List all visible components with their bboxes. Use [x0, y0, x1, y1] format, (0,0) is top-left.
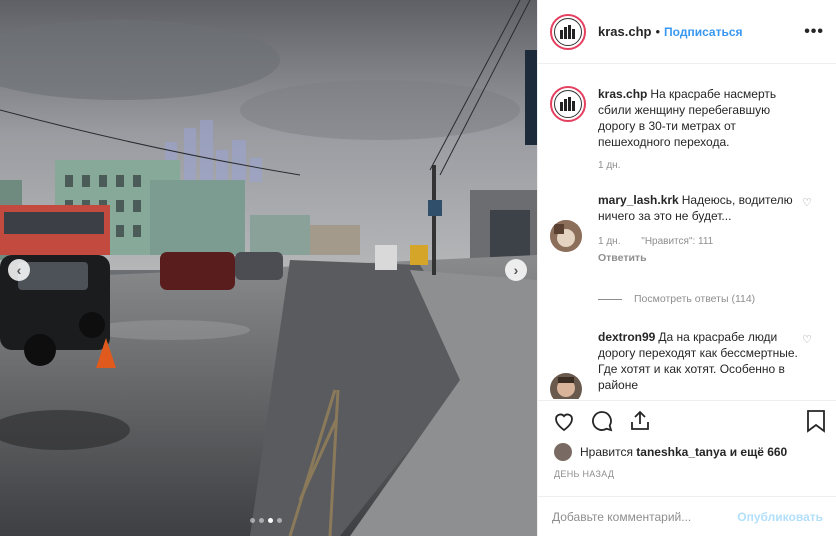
likes-count[interactable]: и ещё 660	[730, 445, 788, 459]
post-photo[interactable]: ‹ ›	[0, 0, 537, 536]
caption-meta: 1 дн.	[598, 158, 798, 174]
comment-input[interactable]	[552, 510, 738, 524]
carousel-indicator	[250, 518, 282, 523]
next-photo-button[interactable]: ›	[505, 259, 527, 281]
carousel-dot-active	[268, 518, 273, 523]
comment-bubble-icon[interactable]	[590, 409, 614, 433]
logo-icon	[554, 17, 582, 46]
comment-username[interactable]: mary_lash.krk	[598, 193, 679, 207]
separator-dot: •	[655, 24, 661, 39]
bookmark-icon[interactable]	[805, 409, 827, 433]
likes-summary[interactable]: Нравится taneshka_tanya и ещё 660	[554, 443, 787, 461]
add-comment-form: Опубликовать	[538, 496, 836, 536]
post-actions: Нравится taneshka_tanya и ещё 660 ДЕНЬ Н…	[538, 400, 836, 536]
carousel-dot	[259, 518, 264, 523]
carousel-dot	[277, 518, 282, 523]
like-comment-heart-icon[interactable]: ♡	[802, 196, 812, 209]
divider-line	[598, 298, 622, 300]
author-username[interactable]: kras.chp	[598, 24, 651, 39]
caption-avatar[interactable]	[550, 86, 586, 122]
post-date[interactable]: ДЕНЬ НАЗАД	[554, 469, 614, 479]
comment-body: mary_lash.krk Надеюсь, водителю ничего за…	[598, 192, 798, 266]
caption: kras.chp На красрабе насмерть сбили женщи…	[550, 86, 826, 174]
post-header: kras.chp • Подписаться •••	[538, 0, 836, 64]
liker-username[interactable]: taneshka_tanya	[636, 445, 726, 459]
caption-username[interactable]: kras.chp	[598, 87, 647, 101]
comment-item: dextron99 Да на красрабе люди дорогу пере…	[550, 329, 826, 399]
action-icons	[552, 409, 652, 433]
more-dots-icon[interactable]: •••	[804, 23, 824, 41]
caption-time[interactable]: 1 дн.	[598, 160, 620, 171]
commenter-avatar[interactable]	[550, 373, 582, 399]
comment-body: dextron99 Да на красрабе люди дорогу пере…	[598, 329, 798, 399]
view-replies-label: Посмотреть ответы (114)	[634, 293, 756, 305]
carousel-dot	[250, 518, 255, 523]
comment-likes[interactable]: "Нравится": 111	[641, 236, 713, 247]
caption-body: kras.chp На красрабе насмерть сбили женщи…	[598, 86, 798, 174]
comments-list[interactable]: kras.chp На красрабе насмерть сбили женщи…	[538, 65, 836, 399]
like-comment-heart-icon[interactable]: ♡	[802, 333, 812, 346]
avatar-photo	[550, 373, 582, 399]
commenter-avatar[interactable]	[550, 220, 582, 252]
like-heart-icon[interactable]	[552, 409, 576, 433]
liker-avatar[interactable]	[554, 443, 572, 461]
likes-prefix: Нравится	[580, 445, 633, 459]
view-replies-button[interactable]: Посмотреть ответы (114)	[598, 293, 755, 305]
author-avatar[interactable]	[550, 13, 586, 50]
publish-button[interactable]: Опубликовать	[737, 510, 823, 524]
logo-icon	[554, 90, 582, 118]
previous-photo-button[interactable]: ‹	[8, 259, 30, 281]
comment-meta: 1 дн. "Нравится": 111	[598, 234, 798, 250]
chevron-right-icon: ›	[513, 262, 519, 278]
comment-item: mary_lash.krk Надеюсь, водителю ничего за…	[550, 192, 826, 266]
chevron-left-icon: ‹	[16, 262, 22, 278]
post-details-panel: kras.chp • Подписаться ••• kras.chp На кр…	[537, 0, 836, 536]
city-logo-icon	[560, 97, 575, 111]
city-logo-icon	[560, 24, 575, 39]
street-scene-image	[0, 0, 537, 536]
comment-username[interactable]: dextron99	[598, 330, 655, 344]
avatar-photo	[550, 220, 582, 252]
follow-button[interactable]: Подписаться	[664, 25, 742, 39]
reply-button[interactable]: Ответить	[598, 250, 798, 266]
share-icon[interactable]	[628, 409, 652, 433]
comment-time[interactable]: 1 дн.	[598, 236, 620, 247]
